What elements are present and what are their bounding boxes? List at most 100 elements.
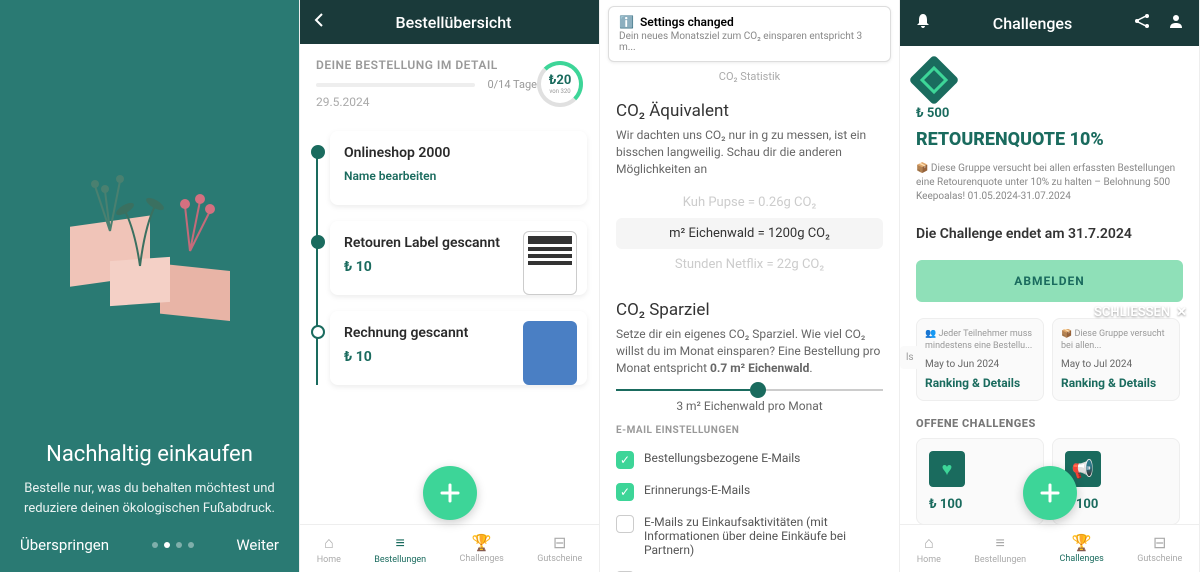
challenge-card[interactable]: 👥 Jeder Teilnehmer muss mindestens eine … xyxy=(916,318,1044,401)
equivalent-option[interactable]: Kuh Pupse = 0.26g CO₂ xyxy=(616,187,883,218)
tab-label: Gutscheine xyxy=(537,554,582,564)
challenge-title: RETOURENQUOTE 10% xyxy=(916,129,1183,150)
profile-icon[interactable] xyxy=(1167,12,1185,34)
tab-icon: ≡ xyxy=(396,533,405,553)
toast-subtitle: Dein neues Monatsziel zum CO₂ einsparen … xyxy=(619,31,880,53)
progress-bar xyxy=(316,83,475,87)
checkbox-label: E-Mails zu Einkaufsaktivitäten (mit Info… xyxy=(644,515,883,557)
slider-value-label: 3 m² Eichenwald pro Monat xyxy=(616,399,883,413)
challenges-screen: Challenges ₺ 500 RETOURENQUOTE 10% 📦 Die… xyxy=(900,0,1200,572)
timeline-card-invoice[interactable]: Rechnung gescannt ₺ 10 xyxy=(330,311,587,385)
tab-icon: 🏆 xyxy=(472,533,492,552)
card-date: May to Jun 2024 xyxy=(925,359,1035,370)
slider-thumb[interactable] xyxy=(750,382,766,398)
order-summary: DEINE BESTELLUNG IM DETAIL 0/14 Tage 29.… xyxy=(300,44,599,117)
onboarding-illustration xyxy=(0,0,299,442)
share-icon[interactable] xyxy=(1133,12,1151,34)
plants-boxes-illustration xyxy=(40,111,260,331)
checkbox-row[interactable]: ✓Bestellungsbezogene E-Mails xyxy=(616,444,883,476)
goal-desc: Setze dir ein eigenes CO₂ Sparziel. Wie … xyxy=(616,326,883,376)
add-fab-button[interactable] xyxy=(1023,466,1077,520)
points-ring: ₺20 von 320 xyxy=(537,61,583,107)
dot xyxy=(176,542,182,548)
tab-challenges[interactable]: 🏆Challenges xyxy=(1060,533,1104,564)
section-divider: CO₂ Statistik xyxy=(600,70,899,83)
bell-icon[interactable] xyxy=(914,12,932,34)
tab-bestellungen[interactable]: ≡ Bestellungen xyxy=(374,533,426,565)
dot-active xyxy=(164,542,170,548)
timeline-card-return-label[interactable]: Retouren Label gescannt ₺ 10 xyxy=(330,221,587,295)
card-desc: 📦 Diese Gruppe versucht bei allen... xyxy=(1061,329,1171,353)
close-icon: ✕ xyxy=(1176,305,1187,320)
tab-icon: ⊟ xyxy=(1153,533,1166,552)
equivalent-section: CO₂ Äquivalent Wir dachten uns CO₂ nur i… xyxy=(600,91,899,290)
tab-label: Bestellungen xyxy=(374,555,426,565)
timeline-card-shop[interactable]: Onlineshop 2000 Name bearbeiten xyxy=(330,131,587,205)
header: Challenges xyxy=(900,0,1199,46)
onboarding-nav: Überspringen Weiter xyxy=(0,518,299,572)
checkbox-row[interactable]: Newsletter? (100 extra Keepoalas) xyxy=(616,564,883,572)
tab-bar: ⌂ Home ≡ Bestellungen 🏆 Challenges ⊟Gutscheine xyxy=(300,524,599,572)
tab-label: Bestellungen xyxy=(974,555,1026,565)
ring-value: ₺20 xyxy=(549,73,572,88)
tab-label: Gutscheine xyxy=(1137,554,1182,564)
order-timeline: Onlineshop 2000 Name bearbeiten Retouren… xyxy=(300,117,599,385)
onboarding-title: Nachhaltig einkaufen xyxy=(20,442,279,467)
horizontal-cards[interactable]: 👥 Jeder Teilnehmer muss mindestens eine … xyxy=(916,318,1183,401)
settings-toast[interactable]: ℹ️ Settings changed Dein neues Monatszie… xyxy=(608,6,891,62)
challenge-card[interactable]: 📦 Diese Gruppe versucht bei allen... May … xyxy=(1052,318,1180,401)
challenge-icon xyxy=(909,55,960,106)
equivalent-title: CO₂ Äquivalent xyxy=(616,101,883,121)
challenge-ends-label: Die Challenge endet am 31.7.2024 xyxy=(916,226,1183,242)
signoff-button[interactable]: ABMELDEN xyxy=(916,260,1183,302)
ring-max: von 320 xyxy=(549,88,570,95)
challenge-points: ₺ 100 xyxy=(929,497,962,512)
email-section-label: E-MAIL EINSTELLUNGEN xyxy=(616,425,883,436)
card-title: Onlineshop 2000 xyxy=(344,145,573,161)
goal-slider[interactable] xyxy=(616,389,883,391)
tab-icon: ⌂ xyxy=(324,533,334,553)
tab-challenges[interactable]: 🏆 Challenges xyxy=(460,533,504,564)
challenge-type-icon: ♥ xyxy=(929,451,965,487)
header: Bestellübersicht xyxy=(300,0,599,44)
goal-section: CO₂ Sparziel Setze dir ein eigenes CO₂ S… xyxy=(600,290,899,572)
edit-name-link[interactable]: Name bearbeiten xyxy=(344,169,573,183)
tab-gutscheine[interactable]: ⊟Gutscheine xyxy=(537,533,582,564)
settings-screen: ℹ️ Settings changed Dein neues Monatszie… xyxy=(600,0,900,572)
tab-home[interactable]: ⌂Home xyxy=(917,533,941,565)
add-fab-button[interactable] xyxy=(423,466,477,520)
equivalent-option[interactable]: Stunden Netflix = 22g CO₂ xyxy=(616,249,883,280)
tab-bestellungen[interactable]: ≡ Bestellungen xyxy=(974,533,1026,565)
checkbox-row[interactable]: E-Mails zu Einkaufsaktivitäten (mit Info… xyxy=(616,508,883,564)
tab-bar: ⌂Home ≡ Bestellungen 🏆Challenges ⊟ Gutscheine xyxy=(900,524,1199,572)
goal-title: CO₂ Sparziel xyxy=(616,300,883,320)
order-date: 29.5.2024 xyxy=(316,95,537,109)
checkbox[interactable] xyxy=(616,515,634,533)
tab-icon: ≡ xyxy=(996,533,1005,553)
partial-ls-text: ls xyxy=(900,346,920,369)
checkbox-row[interactable]: ✓ Erinnerungs-E-Mails xyxy=(616,476,883,508)
close-button[interactable]: SCHLIESSEN ✕ xyxy=(1094,305,1187,320)
tab-label: Challenges xyxy=(460,554,504,564)
header-actions xyxy=(1133,12,1185,34)
invoice-thumbnail xyxy=(523,321,577,385)
onboarding-text: Nachhaltig einkaufen Bestelle nur, was d… xyxy=(0,442,299,518)
checkbox[interactable]: ✓ xyxy=(616,483,634,501)
header-title: Bestellübersicht xyxy=(320,13,587,32)
ranking-details-link[interactable]: Ranking & Details xyxy=(1061,376,1171,390)
tab-gutscheine[interactable]: ⊟ Gutscheine xyxy=(1137,533,1182,564)
info-icon: ℹ️ xyxy=(619,15,634,29)
tab-home[interactable]: ⌂ Home xyxy=(317,533,341,565)
challenge-points: ₺ 500 xyxy=(916,106,1183,121)
tab-label: Home xyxy=(317,555,341,565)
tab-icon: ⌂ xyxy=(924,533,934,553)
card-date: May to Jul 2024 xyxy=(1061,359,1171,370)
onboarding-subtitle: Bestelle nur, was du behalten möchtest u… xyxy=(20,479,279,518)
detail-label: DEINE BESTELLUNG IM DETAIL xyxy=(316,58,537,72)
equivalent-option[interactable]: m² Eichenwald = 1200g CO₂ xyxy=(616,218,883,249)
checkbox[interactable]: ✓ xyxy=(616,451,634,469)
ranking-details-link[interactable]: Ranking & Details xyxy=(925,376,1035,390)
skip-button[interactable]: Überspringen xyxy=(20,536,109,554)
next-button[interactable]: Weiter xyxy=(236,536,279,554)
checkbox-label: Erinnerungs-E-Mails xyxy=(644,483,750,497)
